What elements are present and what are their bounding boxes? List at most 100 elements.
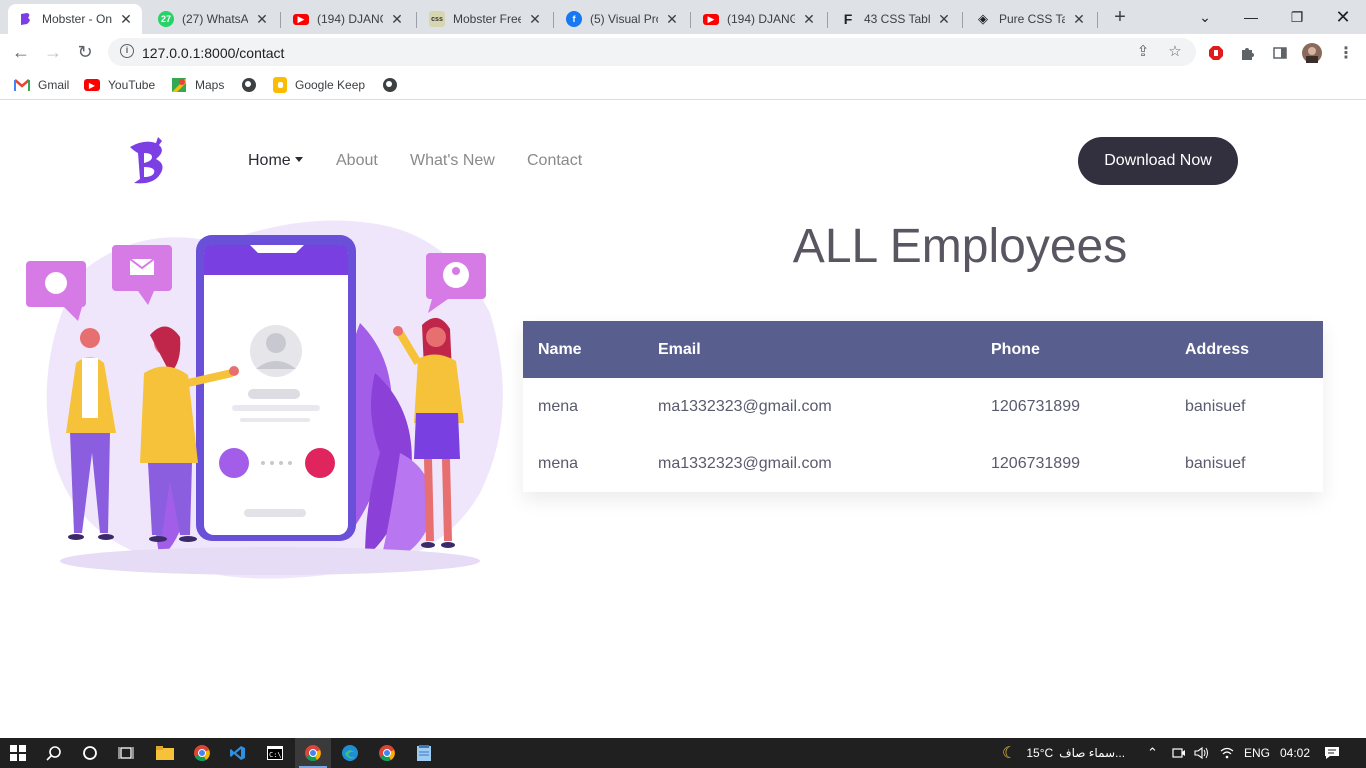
tab-separator [1097,12,1098,28]
download-now-button[interactable]: Download Now [1078,137,1238,185]
globe-icon [242,78,256,92]
profile-avatar[interactable] [1302,43,1322,63]
nav-about[interactable]: About [336,152,378,170]
youtube-icon: ▶ [84,79,100,91]
bookmark-star-icon[interactable]: ☆ [1166,43,1184,61]
tab-youtube-django[interactable]: ▶ (194) DJANGO ✕ [283,4,413,34]
table-header-row: Name Email Phone Address [523,321,1323,378]
cell-phone: 1206731899 [991,397,1080,415]
cell-name: mena [538,397,579,415]
close-tab-icon[interactable]: ✕ [936,11,952,28]
language-indicator[interactable]: ENG [1244,738,1270,768]
minimize-button[interactable]: — [1228,0,1274,34]
tab-search-icon[interactable]: ⌄ [1182,0,1228,34]
tab-youtube-django-2[interactable]: ▶ (194) DJANGO ✕ [693,4,825,34]
windows-start-icon[interactable] [0,738,36,768]
terminal-icon[interactable]: C:\ [257,738,293,768]
keep-icon [273,77,287,93]
notifications-icon[interactable] [1324,738,1340,768]
close-tab-icon[interactable]: ✕ [801,11,817,28]
whatsapp-icon: 27 [158,11,174,27]
close-tab-icon[interactable]: ✕ [389,11,405,28]
bookmark-globe-2[interactable] [383,76,397,94]
close-tab-icon[interactable]: ✕ [664,11,680,28]
mobster-icon [18,11,34,27]
task-view-icon[interactable] [108,738,144,768]
share-icon[interactable]: ⇪ [1134,43,1152,61]
url-text[interactable]: 127.0.0.1:8000/contact [142,45,284,61]
close-tab-icon[interactable]: ✕ [527,11,543,28]
adblock-extension-icon[interactable] [1206,43,1226,63]
close-tab-icon[interactable]: ✕ [254,11,270,28]
css-icon: css [429,11,445,27]
tab-separator [690,12,691,28]
chrome-menu-icon[interactable]: ⋮ [1336,43,1356,63]
mobster-logo[interactable] [126,135,170,189]
nav-whats-new[interactable]: What's New [410,152,495,170]
back-icon[interactable]: ← [8,40,34,64]
file-explorer-icon[interactable] [147,738,183,768]
tab-separator [280,12,281,28]
nav-home[interactable]: Home [248,152,303,170]
employees-table: Name Email Phone Address mena ma1332323@… [523,321,1323,492]
wifi-icon[interactable] [1220,738,1234,768]
reload-icon[interactable]: ↻ [72,40,98,64]
extensions-puzzle-icon[interactable] [1238,43,1258,63]
cortana-icon[interactable] [72,738,108,768]
cell-address: banisuef [1185,397,1246,415]
windows-taskbar: C:\ ☾ 15°C سماء صاف... ⌃ ENG 04:02 [0,738,1366,768]
nav-contact[interactable]: Contact [527,152,582,170]
cell-name: mena [538,454,579,472]
chrome-icon[interactable] [184,738,220,768]
youtube-icon: ▶ [703,13,719,25]
chrome-canary-icon[interactable] [369,738,405,768]
show-hidden-icons[interactable]: ⌃ [1147,738,1158,768]
search-icon[interactable] [36,738,72,768]
close-tab-icon[interactable]: ✕ [118,11,134,28]
tab-pure-css[interactable]: ◈ Pure CSS Tabl ✕ [965,4,1095,34]
new-tab-button[interactable]: + [1108,6,1132,30]
chrome-active-icon[interactable] [295,738,331,768]
contact-illustration [20,213,510,583]
tab-separator [827,12,828,28]
restore-button[interactable]: ❐ [1274,0,1320,34]
tab-separator [962,12,963,28]
forward-icon[interactable]: → [40,40,66,64]
side-panel-icon[interactable] [1270,43,1290,63]
moon-icon: ☾ [1002,745,1017,762]
bookmark-google-keep[interactable]: Google Keep [273,76,365,94]
youtube-icon: ▶ [293,13,309,25]
clock[interactable]: 04:02 [1280,738,1310,768]
chevron-down-icon [294,156,303,162]
weather-widget[interactable]: ☾ 15°C سماء صاف... [1002,738,1125,768]
notepad-icon[interactable] [406,738,442,768]
edge-icon[interactable] [332,738,368,768]
bookmark-maps[interactable]: Maps [171,76,224,94]
cell-email: ma1332323@gmail.com [658,454,832,472]
bookmark-gmail[interactable]: Gmail [14,76,69,94]
vscode-icon[interactable] [220,738,256,768]
table-row: mena ma1332323@gmail.com 1206731899 bani… [523,435,1323,492]
tab-separator [416,12,417,28]
close-tab-icon[interactable]: ✕ [1071,11,1087,28]
gmail-icon [14,77,30,93]
cell-email: ma1332323@gmail.com [658,397,832,415]
meet-now-icon[interactable] [1172,738,1186,768]
cell-phone: 1206731899 [991,454,1080,472]
cell-address: banisuef [1185,454,1246,472]
address-bar[interactable]: i 127.0.0.1:8000/contact ⇪ ☆ [108,38,1196,66]
tab-facebook[interactable]: f (5) Visual Pro ✕ [556,4,688,34]
globe-icon [383,78,397,92]
close-window-button[interactable]: ✕ [1320,0,1366,34]
volume-icon[interactable] [1194,738,1209,768]
site-info-icon[interactable]: i [120,44,134,58]
bookmark-youtube[interactable]: ▶ YouTube [84,76,155,94]
svg-text:C:\: C:\ [269,751,282,759]
column-header-address: Address [1170,321,1323,378]
tab-css-tables[interactable]: F 43 CSS Tables ✕ [830,4,960,34]
tab-mobster-free[interactable]: css Mobster Free ✕ [419,4,551,34]
tab-mobster[interactable]: Mobster - On ✕ [8,4,142,34]
tab-whatsapp[interactable]: 27 (27) WhatsAp ✕ [148,4,278,34]
bookmark-globe-1[interactable] [242,76,256,94]
bookmarks-bar: Gmail ▶ YouTube Maps Google Keep [0,70,1366,100]
